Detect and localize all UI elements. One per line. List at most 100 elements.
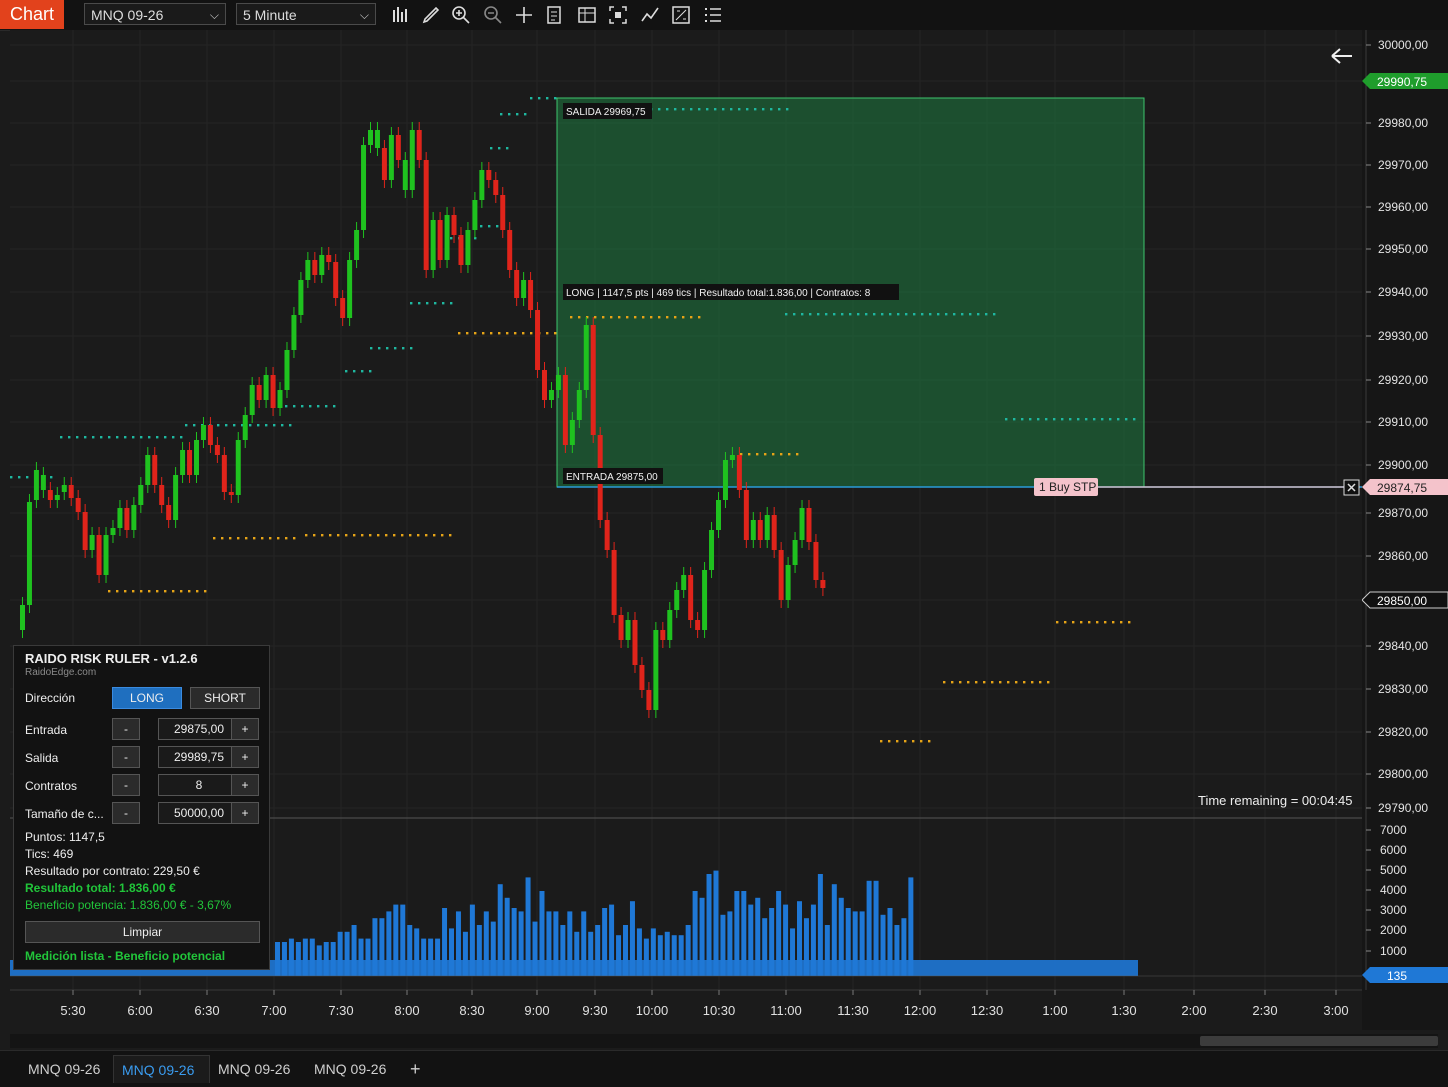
level-dot	[490, 332, 493, 335]
level-dot	[674, 108, 677, 111]
order-label[interactable]: 1 Buy STP	[1039, 480, 1096, 494]
bar-type-icon[interactable]	[390, 4, 412, 26]
level-dot	[985, 313, 988, 316]
level-dot	[754, 108, 757, 111]
level-dot	[345, 370, 348, 373]
level-dot	[1112, 621, 1115, 624]
price-tick-label: 29860,00	[1378, 549, 1428, 563]
volume-tick-label: 2000	[1380, 923, 1407, 937]
volume-tick-label: 7000	[1380, 823, 1407, 837]
level-dot	[1088, 621, 1091, 624]
tamano-minus-button[interactable]: -	[112, 802, 140, 824]
level-dot	[108, 590, 111, 593]
contratos-field[interactable]: 8	[158, 774, 240, 796]
level-dot	[68, 436, 71, 439]
cancel-order-icon[interactable]	[1343, 479, 1360, 496]
volume-tick-label: 4000	[1380, 883, 1407, 897]
tab-mnq-4[interactable]: MNQ 09-26	[306, 1055, 394, 1083]
level-dot	[273, 424, 276, 427]
strategies-icon[interactable]	[670, 4, 692, 26]
zoom-in-icon[interactable]	[450, 4, 472, 26]
tab-mnq-2[interactable]: MNQ 09-26	[113, 1055, 210, 1083]
level-dot	[148, 590, 151, 593]
candle-body	[695, 620, 701, 630]
candle-body	[660, 630, 666, 640]
indicators-icon[interactable]	[639, 4, 661, 26]
price-axis[interactable]: 30000,00 29980,00 29970,00 29960,00 29950,00…	[1362, 30, 1448, 1030]
salida-field[interactable]: 29989,75	[158, 746, 240, 768]
crosshair-icon[interactable]	[513, 4, 535, 26]
level-dot	[1104, 621, 1107, 624]
zoom-out-icon[interactable]	[482, 4, 504, 26]
tamano-field[interactable]: 50000,00	[158, 802, 240, 824]
level-dot	[225, 424, 228, 427]
time-tick-label: 10:00	[636, 1003, 669, 1018]
entrada-plus-button[interactable]: +	[231, 718, 259, 740]
price-tick-label: 29790,00	[1378, 801, 1428, 815]
level-dot	[857, 313, 860, 316]
salida-plus-button[interactable]: +	[231, 746, 259, 768]
entrada-minus-button[interactable]: -	[112, 718, 140, 740]
level-dot	[450, 302, 453, 305]
candle-body	[479, 170, 485, 200]
price-tick-label: 29920,00	[1378, 373, 1428, 387]
level-dot	[164, 590, 167, 593]
level-dot	[937, 313, 940, 316]
candle-body	[750, 520, 756, 540]
clear-button[interactable]: Limpiar	[25, 921, 260, 943]
level-dot	[912, 740, 915, 743]
svg-text:29850,00: 29850,00	[1377, 594, 1427, 608]
level-dot	[993, 313, 996, 316]
properties-icon[interactable]	[607, 4, 629, 26]
candle-body	[771, 515, 777, 550]
entrada-field[interactable]: 29875,00	[158, 718, 240, 740]
contratos-plus-button[interactable]: +	[231, 774, 259, 796]
list-icon[interactable]	[702, 4, 724, 26]
interval-selector[interactable]: 5 Minute ⌵	[236, 3, 376, 25]
candle-body	[110, 528, 116, 535]
price-tick-label: 29820,00	[1378, 725, 1428, 739]
level-dot	[76, 436, 79, 439]
short-button[interactable]: SHORT	[190, 687, 260, 709]
level-dot	[1109, 418, 1112, 421]
instrument-selector[interactable]: MNQ 09-26 ⌵	[84, 3, 226, 25]
horizontal-scrollbar[interactable]	[10, 1034, 1438, 1048]
level-dot	[786, 108, 789, 111]
candle-body	[284, 350, 290, 390]
candle-body	[535, 310, 541, 370]
template-icon[interactable]	[544, 4, 566, 26]
level-dot	[50, 476, 53, 479]
chart-menu-button[interactable]: Chart	[0, 0, 64, 29]
candle-body	[256, 385, 262, 400]
level-dot	[841, 313, 844, 316]
contratos-minus-button[interactable]: -	[112, 774, 140, 796]
add-tab-button[interactable]: +	[402, 1055, 429, 1083]
long-button[interactable]: LONG	[112, 687, 182, 709]
candle-body	[235, 440, 241, 495]
tab-mnq-1[interactable]: MNQ 09-26	[20, 1055, 108, 1083]
candle-body	[124, 508, 130, 530]
salida-minus-button[interactable]: -	[112, 746, 140, 768]
candle-body	[639, 665, 645, 690]
level-dot	[546, 97, 549, 100]
price-tick-label: 29900,00	[1378, 458, 1428, 472]
level-dot	[185, 424, 188, 427]
time-tick-label: 6:00	[127, 1003, 152, 1018]
level-dot	[377, 534, 380, 537]
panel-site: RaidoEdge.com	[25, 667, 97, 678]
data-box-icon[interactable]	[576, 4, 598, 26]
last-price-marker: 29850,00	[1362, 591, 1448, 609]
candle-body	[562, 375, 568, 445]
time-tick-label: 3:00	[1323, 1003, 1348, 1018]
candle-body	[799, 508, 805, 540]
level-dot	[221, 537, 224, 540]
pencil-icon[interactable]	[420, 4, 442, 26]
level-dot	[410, 347, 413, 350]
level-dot	[849, 313, 852, 316]
candle-body	[388, 135, 394, 180]
scrollbar-thumb[interactable]	[1200, 1036, 1438, 1046]
level-dot	[233, 424, 236, 427]
level-dot	[602, 316, 605, 319]
tamano-plus-button[interactable]: +	[231, 802, 259, 824]
tab-mnq-3[interactable]: MNQ 09-26	[210, 1055, 298, 1083]
